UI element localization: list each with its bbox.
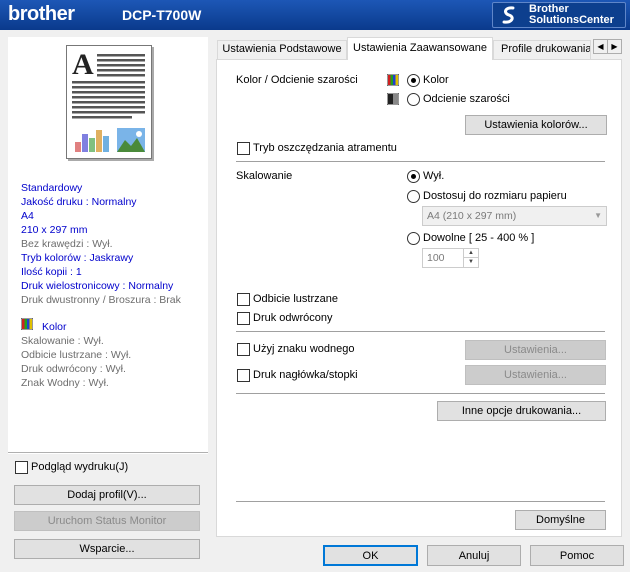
divider-2 [236,331,605,332]
tab-scroll-right-icon[interactable]: ▶ [607,39,622,54]
summary-paper-size: A4 [21,210,34,222]
spin-down-icon[interactable]: ▼ [463,258,478,267]
summary-print-quality: Jakość druku : Normalny [21,196,137,208]
support-button[interactable]: Wsparcie... [14,539,200,559]
summary-color: Kolor [42,321,67,333]
scaling-label: Skalowanie [236,170,293,182]
color-mode-icon [387,74,399,86]
divider-4 [236,501,605,502]
summary-multipage: Druk wielostronicowy : Normalny [21,280,174,292]
header-footer-label: Druk nagłówka/stopki [253,369,358,381]
grayscale-radio[interactable] [407,93,420,106]
summary-color-mode: Tryb kolorów : Jaskrawy [21,252,134,264]
summary-copies: Ilość kopii : 1 [21,266,82,278]
color-option-label: Kolor [423,74,449,86]
paper-size-select[interactable]: A4 (210 x 297 mm) ▼ [422,206,607,226]
summary-duplex: Druk dwustronny / Broszura : Brak [21,294,181,306]
summary-mirror: Odbicie lustrzane : Wył. [21,349,132,361]
scaling-percent-input[interactable]: 100 ▲ ▼ [422,248,479,268]
summary-paper-dimensions: 210 x 297 mm [21,224,88,236]
status-monitor-button[interactable]: Uruchom Status Monitor [14,511,200,531]
reverse-checkbox[interactable] [237,312,250,325]
print-preview-label: Podgląd wydruku(J) [31,461,129,473]
spin-up-icon[interactable]: ▲ [463,249,478,258]
svg-text:A: A [72,48,94,81]
printer-model: DCP-T700W [122,7,202,23]
print-preview-checkbox[interactable] [15,461,28,474]
ink-save-label: Tryb oszczędzania atramentu [253,142,397,154]
header-footer-settings-button[interactable]: Ustawienia... [465,365,606,385]
solutions-center-icon [502,6,515,24]
tab-advanced-settings[interactable]: Ustawienia Zaawansowane [347,37,493,60]
color-radio[interactable] [407,74,420,87]
color-grayscale-label: Kolor / Odcienie szarości [236,74,358,86]
ok-button[interactable]: OK [323,545,418,566]
help-button[interactable]: Pomoc [530,545,624,566]
tab-scroll-left-icon[interactable]: ◀ [593,39,608,54]
summary-borderless: Bez krawędzi : Wył. [21,238,113,250]
header-footer-checkbox[interactable] [237,369,250,382]
paper-size-value: A4 (210 x 297 mm) [427,210,517,222]
grayscale-mode-icon [387,93,399,105]
tab-print-profiles[interactable]: Profile drukowania [493,40,591,59]
mirror-checkbox[interactable] [237,293,250,306]
solutions-center-button[interactable]: Brother SolutionsCenter [492,2,626,28]
summary-scaling: Skalowanie : Wył. [21,335,104,347]
brother-logo: brother [8,3,75,25]
title-banner: brother DCP-T700W Brother SolutionsCente… [0,0,630,30]
page-preview-image: A [66,45,152,159]
add-profile-button[interactable]: Dodaj profil(V)... [14,485,200,505]
mirror-label: Odbicie lustrzane [253,293,338,305]
scaling-off-label: Wył. [423,170,445,182]
summary-reverse: Druk odwrócony : Wył. [21,363,126,375]
scaling-custom-label: Dowolne [ 25 - 400 % ] [423,232,535,244]
cancel-button[interactable]: Anuluj [427,545,521,566]
scaling-custom-radio[interactable] [407,232,420,245]
scaling-fit-radio[interactable] [407,190,420,203]
defaults-button[interactable]: Domyślne [515,510,606,530]
reverse-label: Druk odwrócony [253,312,333,324]
solutions-center-line2: SolutionsCenter [529,14,614,26]
watermark-label: Użyj znaku wodnego [253,343,355,355]
scaling-fit-label: Dostosuj do rozmiaru papieru [423,190,567,202]
divider-3 [236,393,605,394]
left-divider [8,452,208,453]
scaling-off-radio[interactable] [407,170,420,183]
summary-profile: Standardowy [21,182,83,194]
document-preview-icon: A [72,48,145,152]
color-icon [21,318,33,330]
watermark-settings-button[interactable]: Ustawienia... [465,340,606,360]
tab-basic-settings[interactable]: Ustawienia Podstawowe [217,40,347,59]
color-settings-button[interactable]: Ustawienia kolorów... [465,115,607,135]
scaling-percent-value: 100 [427,252,445,264]
ink-save-checkbox[interactable] [237,142,250,155]
grayscale-option-label: Odcienie szarości [423,93,510,105]
divider-1 [236,161,605,162]
watermark-checkbox[interactable] [237,343,250,356]
chevron-down-icon: ▼ [594,211,602,220]
summary-watermark: Znak Wodny : Wył. [21,377,109,389]
other-options-button[interactable]: Inne opcje drukowania... [437,401,606,421]
